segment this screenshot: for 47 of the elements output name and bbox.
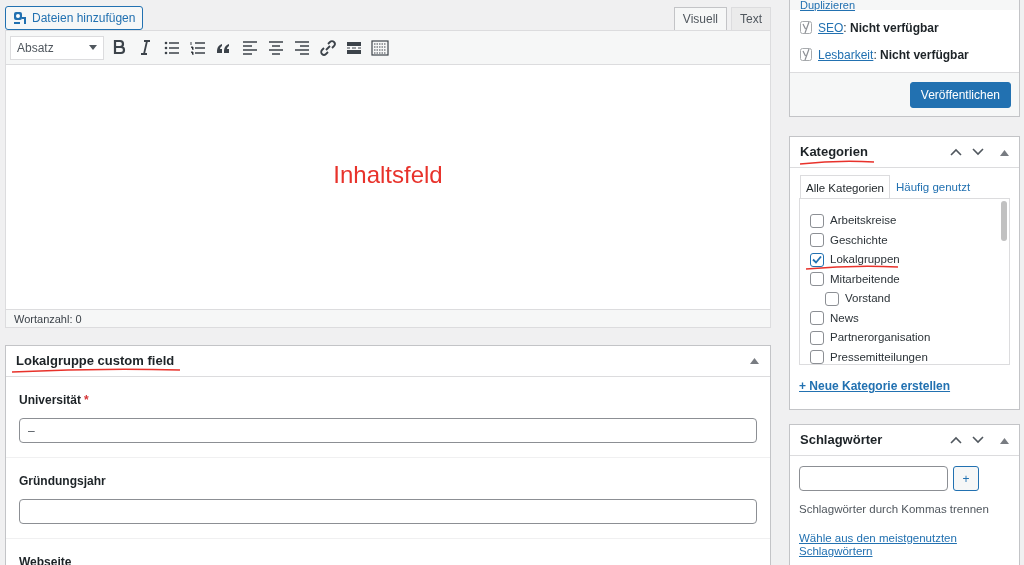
tag-hint: Schlagwörter durch Kommas trennen [799, 502, 990, 517]
word-count: Wortanzahl: 0 [6, 309, 770, 327]
category-checkbox[interactable]: Arbeitskreise [810, 211, 1009, 231]
category-checkbox[interactable]: Mitarbeitende [810, 269, 1009, 289]
publish-button[interactable]: Veröffentlichen [909, 81, 1011, 108]
text-input[interactable] [19, 499, 757, 524]
category-checkbox[interactable]: Partnerorganisation [810, 328, 1009, 348]
check-icon [812, 255, 822, 265]
field-label: Universität [19, 393, 82, 407]
text-input[interactable]: – [19, 418, 757, 443]
editor-tab[interactable]: Text [731, 7, 771, 30]
link-icon[interactable] [318, 37, 338, 58]
category-tab[interactable]: Häufig genutzt [890, 175, 977, 198]
tag-input[interactable] [799, 466, 948, 491]
category-tab[interactable]: Alle Kategorien [800, 175, 890, 199]
yoast-icon [800, 47, 813, 62]
format-dropdown[interactable]: Absatz [10, 35, 104, 60]
move-up-icon[interactable] [950, 436, 962, 444]
analysis-status: SEO: Nicht verfügbar [818, 19, 939, 37]
add-media-button[interactable]: Dateien hinzufügen [5, 6, 144, 30]
category-checkbox[interactable]: Vorstand [810, 289, 1009, 309]
required-mark: * [84, 393, 89, 407]
category-checkbox[interactable]: Lokalgruppen [810, 250, 1009, 270]
box-title: Lokalgruppe custom field [16, 351, 175, 371]
box-title: Kategorien [800, 142, 868, 162]
annotation-text: Inhaltsfeld [333, 161, 443, 190]
toolbar-toggle-icon[interactable] [370, 37, 390, 58]
category-checkbox[interactable]: Pressemitteilungen [810, 347, 1009, 367]
media-icon [13, 11, 27, 25]
collapse-toggle-icon[interactable] [1000, 148, 1009, 156]
add-category-link[interactable]: + Neue Kategorie erstellen [799, 377, 951, 395]
field-label: Gründungsjahr [19, 474, 106, 488]
box-title: Schlagwörter [800, 431, 883, 450]
move-down-icon[interactable] [972, 148, 984, 156]
collapse-toggle-icon[interactable] [750, 357, 760, 365]
collapse-toggle-icon[interactable] [1000, 436, 1009, 444]
caret-icon [89, 44, 97, 51]
move-down-icon[interactable] [972, 436, 984, 444]
scrollbar-thumb[interactable] [1001, 201, 1007, 241]
yoast-icon [800, 20, 813, 35]
category-checkbox[interactable]: Geschichte [810, 230, 1009, 250]
add-tag-button[interactable]: + [953, 466, 979, 491]
move-up-icon[interactable] [950, 148, 962, 156]
most-used-tags-link[interactable]: Wähle aus den meistgenutzten Schlagwörtern [799, 532, 969, 559]
category-checkbox[interactable]: News [810, 308, 1009, 328]
editor-tab[interactable]: Visuell [673, 7, 727, 31]
analysis-status: Lesbarkeit: Nicht verfügbar [818, 46, 969, 64]
